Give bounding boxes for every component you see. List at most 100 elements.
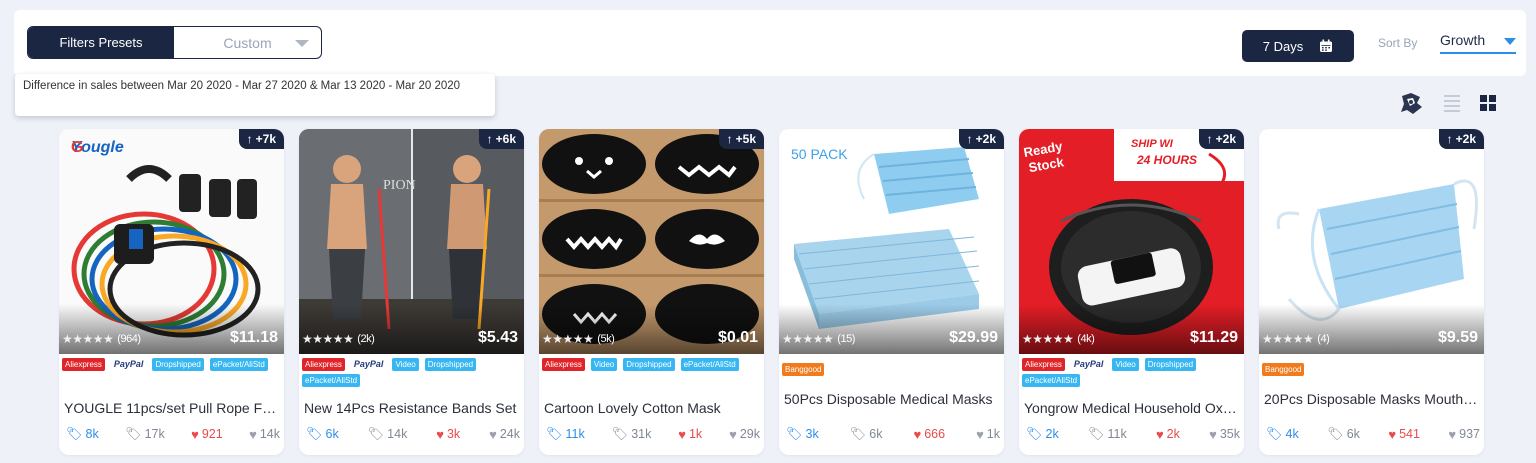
sort-by-label: Sort By — [1378, 36, 1418, 50]
grid-view-icon[interactable] — [1480, 95, 1496, 111]
badge-list: Aliexpress PayPal Dropshipped ePacket/Al… — [62, 358, 282, 371]
preset-select[interactable]: Custom — [174, 27, 321, 58]
stat-total-likes: ♥ 29k — [729, 426, 760, 442]
product-title[interactable]: Yongrow Medical Household Oximeter — [1024, 400, 1238, 416]
rating: ★★★★★ (15) — [782, 332, 855, 346]
stat-total-orders: 🏷 14k — [367, 426, 408, 441]
rating-count: (5k) — [597, 333, 615, 345]
stat-total-likes: ♥ 937 — [1448, 426, 1480, 442]
sort-select[interactable]: Growth — [1440, 32, 1516, 54]
rating-count: (964) — [117, 333, 141, 345]
tag-icon: 🏷 — [1087, 426, 1105, 441]
heart-icon: ♥ — [489, 426, 497, 442]
product-stats: 🏷 8k 🏷 17k ♥ 921 ♥ 14k — [66, 426, 280, 442]
dropshipped-badge: Dropshipped — [623, 358, 675, 371]
tag-icon: 🏷 — [849, 426, 867, 441]
stat-total-orders: 🏷 31k — [611, 426, 652, 441]
arrow-up-icon: ↑ — [966, 132, 973, 146]
heart-icon: ♥ — [249, 426, 257, 442]
stat-orders: 🏷 11k — [546, 426, 585, 441]
stat-likes: ♥ 1k — [678, 426, 703, 442]
star-icon: ★★★★★ — [302, 332, 354, 346]
svg-text:G: G — [71, 139, 83, 156]
tag-icon: 🏷 — [66, 426, 83, 441]
stat-total-likes: ♥ 14k — [249, 426, 280, 442]
rating-count: (15) — [837, 333, 855, 345]
product-grid: Yougle G ↑ +7k ★★★★★ (964) $11.18 Aliexp… — [59, 129, 1484, 455]
product-card[interactable]: 50 PACK ↑ +2k ★★★★★ (15) $29.99 Banggood… — [779, 129, 1004, 455]
heart-icon: ♥ — [191, 426, 199, 442]
aliexpress-badge: Aliexpress — [302, 358, 345, 371]
badge-list: Aliexpress PayPal Video Dropshipped ePac… — [1022, 358, 1242, 387]
date-range-button[interactable]: 7 Days — [1242, 30, 1354, 62]
star-icon: ★★★★★ — [542, 332, 594, 346]
tag-icon: 🏷 — [1026, 426, 1043, 441]
star-icon: ★★★★★ — [1262, 332, 1314, 346]
rating: ★★★★★ (964) — [62, 332, 141, 346]
aliexpress-badge: Aliexpress — [62, 358, 105, 371]
scraper-logo-icon[interactable] — [1398, 90, 1424, 116]
list-view-icon[interactable] — [1444, 94, 1460, 112]
stat-total-likes: ♥ 1k — [976, 426, 1000, 442]
growth-value: +2k — [1455, 132, 1476, 146]
badge-list: Aliexpress Video Dropshipped ePacket/Ali… — [542, 358, 762, 371]
price: $11.29 — [1189, 329, 1238, 346]
chevron-down-icon — [1504, 38, 1516, 45]
star-icon: ★★★★★ — [62, 332, 114, 346]
product-card[interactable]: Ready Stock SHIP WI 24 HOURS ↑ +2k ★★★★★… — [1019, 129, 1244, 455]
growth-value: +2k — [975, 132, 996, 146]
product-stats: 🏷 4k 🏷 6k ♥ 541 ♥ 937 — [1266, 426, 1480, 442]
epacket-badge: ePacket/AliStd — [302, 374, 361, 387]
growth-badge: ↑ +2k — [958, 129, 1004, 149]
rating: ★★★★★ (4) — [1262, 332, 1330, 346]
rating-count: (4k) — [1077, 333, 1095, 345]
product-card[interactable]: ↑ +2k ★★★★★ (4) $9.59 Banggood 20Pcs Dis… — [1259, 129, 1484, 455]
rating: ★★★★★ (5k) — [542, 332, 615, 346]
rating-count: (2k) — [357, 333, 375, 345]
product-title[interactable]: 50Pcs Disposable Medical Masks — [784, 391, 998, 407]
calendar-icon — [1320, 39, 1333, 52]
product-title[interactable]: New 14Pcs Resistance Bands Set — [304, 400, 518, 416]
product-card[interactable]: PION ↑ +6k ★★★★★ (2k) $5.43 Aliexpress P… — [299, 129, 524, 455]
growth-badge: ↑ +2k — [1438, 129, 1484, 149]
growth-value: +7k — [255, 132, 276, 146]
pack-label-text: 50 PACK — [791, 146, 848, 162]
rating: ★★★★★ (4k) — [1022, 332, 1095, 346]
rating: ★★★★★ (2k) — [302, 332, 375, 346]
stat-total-orders: 🏷 17k — [125, 426, 165, 441]
filter-presets-control: Filters Presets Custom — [27, 26, 322, 59]
product-stats: 🏷 11k 🏷 31k ♥ 1k ♥ 29k — [546, 426, 760, 442]
stat-likes: ♥ 3k — [436, 426, 461, 442]
chevron-down-icon — [295, 40, 309, 47]
stat-total-orders: 🏷 11k — [1087, 426, 1127, 441]
badge-list: Banggood — [782, 363, 1002, 376]
badge-list: Banggood — [1262, 363, 1482, 376]
filter-bar: Filters Presets Custom 7 Days Sort By Gr… — [14, 10, 1526, 76]
view-toggle — [1398, 90, 1496, 116]
star-icon: ★★★★★ — [782, 332, 834, 346]
price: $29.99 — [949, 329, 998, 346]
star-icon: ★★★★★ — [1022, 332, 1074, 346]
tag-icon: 🏷 — [306, 426, 323, 441]
stat-orders: 🏷 2k — [1026, 426, 1059, 441]
banggood-badge: Banggood — [782, 363, 825, 376]
heart-icon: ♥ — [913, 426, 922, 442]
stat-total-orders: 🏷 6k — [1327, 426, 1360, 441]
video-badge: Video — [392, 358, 419, 371]
stat-likes: ♥ 921 — [191, 426, 223, 442]
epacket-badge: ePacket/AliStd — [680, 358, 739, 371]
product-stats: 🏷 6k 🏷 14k ♥ 3k ♥ 24k — [306, 426, 520, 442]
product-card[interactable]: Yougle G ↑ +7k ★★★★★ (964) $11.18 Aliexp… — [59, 129, 284, 455]
product-title[interactable]: Cartoon Lovely Cotton Mask — [544, 400, 758, 416]
arrow-up-icon: ↑ — [1206, 132, 1213, 146]
tag-icon: 🏷 — [611, 426, 629, 441]
filter-presets-button[interactable]: Filters Presets — [28, 27, 174, 58]
paypal-badge: PayPal — [350, 358, 387, 371]
product-title[interactable]: YOUGLE 11pcs/set Pull Rope Fitness Exerc… — [64, 400, 278, 416]
growth-value: +5k — [735, 132, 756, 146]
stat-total-likes: ♥ 35k — [1209, 426, 1240, 442]
stat-likes: ♥ 541 — [1388, 426, 1420, 442]
product-card[interactable]: ↑ +5k ★★★★★ (5k) $0.01 Aliexpress Video … — [539, 129, 764, 455]
product-title[interactable]: 20Pcs Disposable Masks Mouth Face Mask — [1264, 391, 1478, 407]
stat-total-orders: 🏷 6k — [849, 426, 883, 441]
